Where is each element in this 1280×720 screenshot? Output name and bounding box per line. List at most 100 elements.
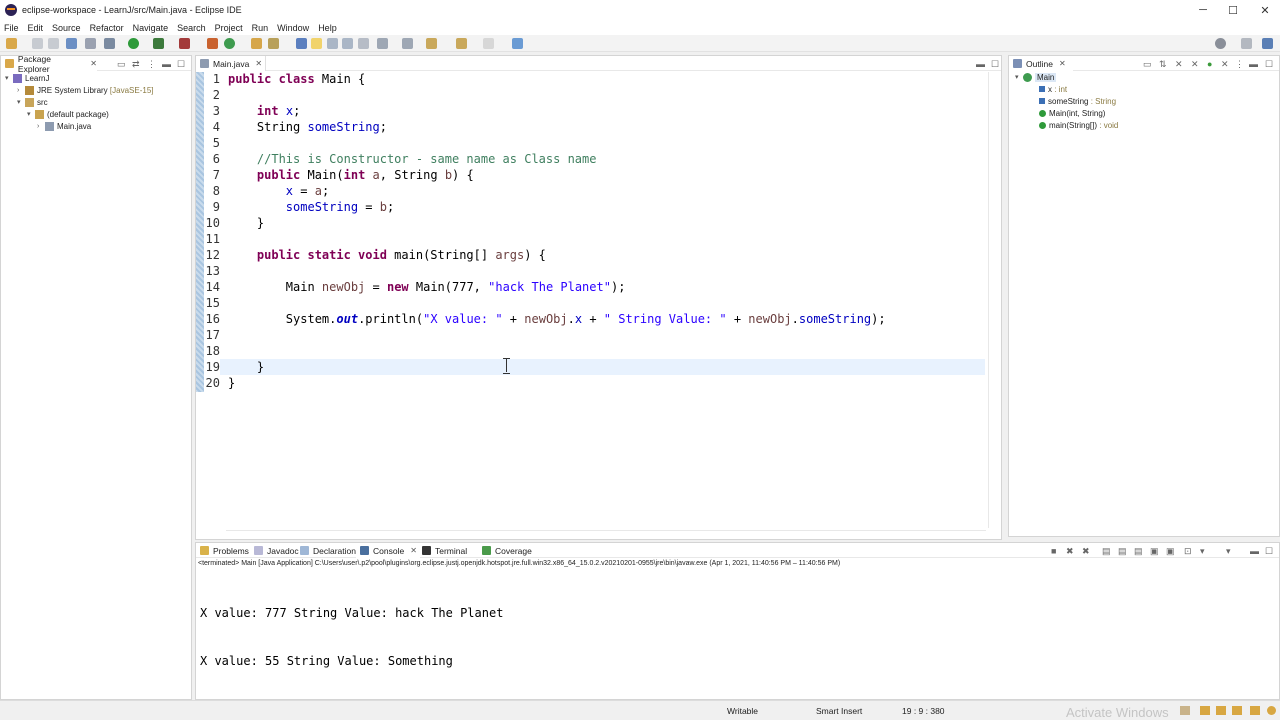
tab-outline[interactable]: Outline ✕ (1009, 56, 1073, 71)
maximize-icon[interactable]: ☐ (1265, 546, 1273, 557)
menu-window[interactable]: Window (277, 23, 309, 33)
code-line[interactable]: someString = b; (228, 200, 394, 214)
code-line[interactable]: public class Main { (228, 72, 365, 86)
maximize-button[interactable]: ☐ (1218, 0, 1248, 20)
tab-package-explorer[interactable]: Package Explorer ✕ (1, 54, 97, 74)
view-menu-icon[interactable]: ⋮ (147, 59, 156, 70)
tree-item-main-java[interactable]: › Main.java (37, 120, 91, 132)
java-perspective-icon[interactable] (1262, 38, 1273, 49)
save-icon[interactable] (32, 38, 43, 49)
tab-problems[interactable]: Problems (196, 543, 249, 558)
menu-navigate[interactable]: Navigate (133, 23, 169, 33)
vertical-scrollbar[interactable] (988, 72, 996, 528)
open-console-icon[interactable]: ▾ (1226, 546, 1231, 557)
tab-coverage[interactable]: Coverage (478, 543, 532, 558)
last-edit-icon[interactable] (426, 38, 437, 49)
sort-icon[interactable]: ⇅ (1159, 59, 1167, 70)
minimize-icon[interactable]: ▬ (1249, 59, 1258, 69)
folder-icon[interactable] (1216, 706, 1226, 715)
previous-annotation-icon[interactable] (402, 38, 413, 49)
minimize-icon[interactable]: ▬ (976, 59, 985, 69)
expand-arrow-icon[interactable]: ▾ (1015, 73, 1023, 81)
menu-run[interactable]: Run (252, 23, 269, 33)
show-whitespace-icon[interactable] (342, 38, 353, 49)
folder-icon[interactable] (1232, 706, 1242, 715)
hide-static-icon[interactable]: ✕ (1191, 59, 1199, 70)
show-on-error-icon[interactable]: ▣ (1166, 546, 1175, 557)
tab-console[interactable]: Console ✕ (356, 543, 420, 558)
horizontal-scrollbar[interactable] (226, 530, 986, 538)
collapse-all-icon[interactable]: ▭ (1143, 59, 1152, 70)
minimize-icon[interactable]: ▬ (1250, 546, 1259, 556)
clear-console-icon[interactable]: ▤ (1102, 546, 1111, 557)
remove-launch-icon[interactable]: ✖ (1066, 546, 1074, 557)
menu-edit[interactable]: Edit (28, 23, 44, 33)
outline-item-field[interactable]: someString : String (1039, 95, 1116, 107)
hide-local-types-icon[interactable]: ✕ (1221, 59, 1229, 70)
new-java-project-icon[interactable] (207, 38, 218, 49)
forward-icon[interactable] (483, 38, 494, 49)
back-icon[interactable] (456, 38, 467, 49)
terminate-icon[interactable]: ■ (1051, 546, 1056, 556)
open-type-icon[interactable] (251, 38, 262, 49)
code-line[interactable]: public Main(int a, String b) { (228, 168, 474, 182)
menu-source[interactable]: Source (52, 23, 81, 33)
pin-editor-icon[interactable] (512, 38, 523, 49)
tree-item-project[interactable]: ▾ LearnJ (5, 72, 49, 84)
hide-fields-icon[interactable]: ✕ (1175, 59, 1183, 70)
tree-item-default-package[interactable]: ▾ (default package) (27, 108, 109, 120)
code-line[interactable]: int x; (228, 104, 300, 118)
expand-arrow-icon[interactable]: ▾ (5, 74, 13, 82)
close-icon[interactable]: ✕ (1059, 59, 1066, 68)
collapse-all-icon[interactable]: ▭ (117, 59, 126, 70)
remove-all-icon[interactable]: ✖ (1082, 546, 1090, 557)
search-icon[interactable] (1215, 38, 1226, 49)
menu-refactor[interactable]: Refactor (90, 23, 124, 33)
display-console-icon[interactable]: ▾ (1200, 546, 1205, 557)
tab-terminal[interactable]: Terminal (418, 543, 467, 558)
outline-item-method[interactable]: main(String[]) : void (1039, 119, 1118, 131)
code-line[interactable]: //This is Constructor - same name as Cla… (228, 152, 597, 166)
tab-main-java[interactable]: Main.java ✕ (196, 56, 266, 71)
toggle-mark-occurrences-icon[interactable] (311, 38, 322, 49)
maximize-icon[interactable]: ☐ (991, 59, 999, 70)
annotation-icon[interactable] (296, 38, 307, 49)
scroll-lock-icon[interactable]: ▤ (1118, 546, 1127, 557)
close-icon[interactable]: ✕ (410, 546, 417, 555)
view-menu-icon[interactable]: ⋮ (1235, 59, 1244, 70)
tree-item-jre-library[interactable]: › JRE System Library [JavaSE-15] (17, 84, 154, 96)
code-line[interactable]: public static void main(String[] args) { (228, 248, 546, 262)
coverage-icon[interactable] (153, 38, 164, 49)
new-icon[interactable] (6, 38, 17, 49)
tree-item-src[interactable]: ▾ src (17, 96, 48, 108)
code-line[interactable]: Main newObj = new Main(777, "hack The Pl… (228, 280, 626, 294)
minimize-icon[interactable]: ▬ (162, 59, 171, 69)
code-line[interactable]: } (228, 376, 235, 390)
tab-javadoc[interactable]: Javadoc (250, 543, 299, 558)
code-line[interactable]: } (228, 360, 264, 374)
maximize-icon[interactable]: ☐ (177, 59, 185, 70)
close-icon[interactable]: ✕ (255, 59, 262, 68)
new-class-icon[interactable] (224, 38, 235, 49)
outline-item-class[interactable]: ▾ Main (1015, 71, 1057, 83)
console-output[interactable]: X value: 777 String Value: hack The Plan… (200, 573, 503, 701)
expand-arrow-icon[interactable]: ▾ (17, 98, 25, 106)
toggle-block-selection-icon[interactable] (327, 38, 338, 49)
link-editor-icon[interactable]: ⇄ (132, 59, 140, 70)
menu-help[interactable]: Help (318, 23, 337, 33)
save-all-icon[interactable] (48, 38, 59, 49)
menu-search[interactable]: Search (177, 23, 206, 33)
skip-breakpoints-icon[interactable] (85, 38, 96, 49)
code-line[interactable]: } (228, 216, 264, 230)
close-icon[interactable]: ✕ (90, 59, 97, 68)
outline-item-field[interactable]: x : int (1039, 83, 1067, 95)
outline-item-constructor[interactable]: Main(int, String) (1039, 107, 1105, 119)
debug-icon[interactable] (104, 38, 115, 49)
terminal-icon[interactable] (66, 38, 77, 49)
minimize-button[interactable]: ─ (1188, 0, 1218, 20)
expand-arrow-icon[interactable]: ▾ (27, 110, 35, 118)
folder-icon[interactable] (1200, 706, 1210, 715)
expand-arrow-icon[interactable]: › (37, 123, 45, 130)
tray-icon[interactable] (1180, 706, 1190, 715)
maximize-icon[interactable]: ☐ (1265, 59, 1273, 70)
